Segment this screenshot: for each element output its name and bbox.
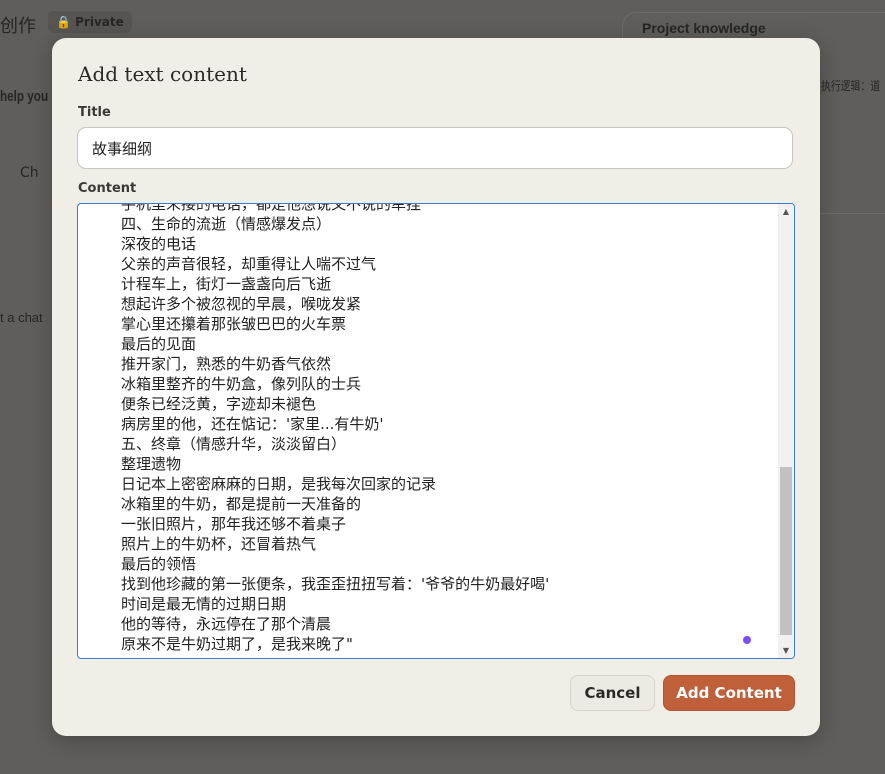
content-line: 推开家门，熟悉的牛奶香气依然	[121, 355, 332, 373]
content-line: 冰箱里的牛奶，都是提前一天准备的	[121, 495, 362, 513]
add-content-button[interactable]: Add Content	[663, 675, 795, 711]
content-label: Content	[78, 181, 137, 196]
content-line: 最后的见面	[121, 335, 197, 353]
add-text-content-dialog: Add text content Title 故事细纲 Content 手机里未…	[52, 38, 820, 736]
content-line: 最后的领悟	[121, 555, 197, 573]
scroll-down-arrow-icon[interactable]: ▼	[778, 646, 794, 655]
content-text: 手机里未接的电话，都是他想说又不说的牵挂四、生命的流逝（情感爆发点） 深夜的电话父…	[121, 203, 550, 654]
content-line: 手机里未接的电话，都是他想说又不说的牵挂	[121, 203, 422, 213]
dialog-title: Add text content	[78, 62, 247, 86]
content-line: 原来不是牛奶过期了，是我来晚了"	[121, 635, 353, 653]
scrollbar-thumb[interactable]	[780, 467, 792, 635]
title-label: Title	[78, 105, 111, 120]
content-line: 时间是最无情的过期日期	[121, 595, 287, 613]
content-textarea[interactable]: 手机里未接的电话，都是他想说又不说的牵挂四、生命的流逝（情感爆发点） 深夜的电话父…	[77, 203, 795, 659]
content-line: 一张旧照片，那年我还够不着桌子	[121, 515, 347, 533]
grammar-extension-icon[interactable]	[743, 636, 751, 644]
content-line: 找到他珍藏的第一张便条，我歪歪扭扭写着：'爷爷的牛奶最好喝'	[121, 575, 550, 593]
content-line: 五、终章（情感升华，淡淡留白）	[121, 435, 347, 453]
content-line: 四、生命的流逝（情感爆发点）	[121, 215, 332, 233]
content-line: 整理遗物	[121, 455, 182, 473]
content-line: 照片上的牛奶杯，还冒着热气	[121, 535, 317, 553]
content-line: 日记本上密密麻麻的日期，是我每次回家的记录	[121, 475, 437, 493]
scrollbar[interactable]: ▲ ▼	[778, 204, 794, 658]
content-line: 计程车上，街灯一盏盏向后飞逝	[121, 275, 332, 293]
content-line: 想起许多个被忽视的早晨，喉咙发紧	[121, 295, 362, 313]
content-line: 父亲的声音很轻，却重得让人喘不过气	[121, 255, 377, 273]
content-line: 掌心里还攥着那张皱巴巴的火车票	[121, 315, 347, 333]
cancel-button[interactable]: Cancel	[570, 675, 655, 711]
content-line: 深夜的电话	[121, 235, 197, 253]
content-line: 病房里的他，还在惦记：'家里...有牛奶'	[121, 415, 384, 433]
title-input[interactable]: 故事细纲	[77, 127, 793, 169]
content-line: 冰箱里整齐的牛奶盒，像列队的士兵	[121, 375, 362, 393]
content-line: 便条已经泛黄，字迹却未褪色	[121, 395, 317, 413]
scroll-up-arrow-icon[interactable]: ▲	[778, 207, 794, 216]
content-line: 他的等待，永远停在了那个清晨	[121, 615, 332, 633]
